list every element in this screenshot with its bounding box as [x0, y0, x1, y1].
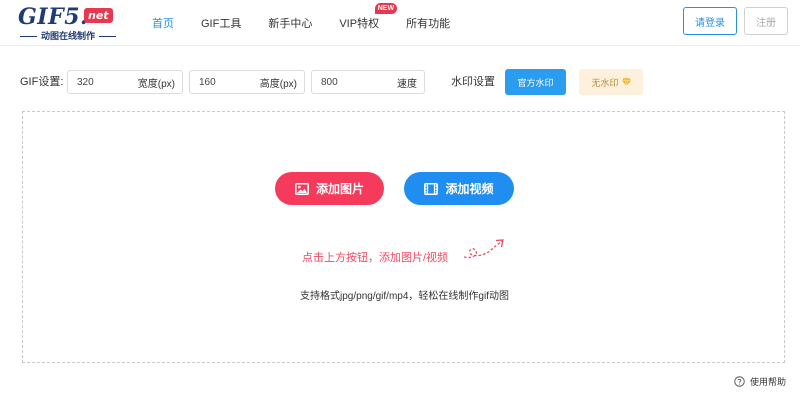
width-value: 320 [77, 76, 94, 88]
watermark-settings-label: 水印设置 [451, 76, 495, 88]
curly-arrow-icon [463, 239, 504, 259]
speed-value: 800 [321, 76, 338, 88]
upload-dropzone[interactable]: 添加图片 添加视频 点击上方按钮，添加图片/视频 支持格式jpg/png/gif… [22, 111, 785, 363]
gif-settings-bar: GIF设置: 320 宽度(px) 160 高度(px) 800 速度 水印设置… [0, 68, 800, 96]
logo-subtitle-text: 动图在线制作 [41, 31, 96, 41]
logo-divider-left [20, 35, 37, 37]
new-badge: NEW [374, 3, 398, 14]
main-nav: 首页 GIF工具 新手中心 VIP特权 NEW 所有功能 [152, 0, 477, 46]
height-field[interactable]: 160 高度(px) [189, 70, 305, 94]
nav-item-vip[interactable]: VIP特权 NEW [339, 3, 398, 31]
gif-settings-label: GIF设置: [20, 76, 64, 88]
register-button[interactable]: 注册 [744, 7, 788, 35]
nav-item-beginner-center[interactable]: 新手中心 [268, 15, 312, 31]
login-button[interactable]: 请登录 [683, 7, 737, 35]
supported-formats-text: 支持格式jpg/png/gif/mp4，轻松在线制作gif动图 [300, 291, 509, 302]
add-image-label: 添加图片 [315, 182, 364, 196]
nav-item-gif-tools[interactable]: GIF工具 [201, 15, 241, 31]
diamond-icon [621, 78, 631, 86]
height-value: 160 [199, 76, 216, 88]
nav-item-vip-label: VIP特权 [339, 18, 380, 30]
logo-divider-right [99, 35, 117, 37]
speed-unit-label: 速度 [397, 78, 417, 90]
question-circle-icon [734, 375, 745, 387]
upload-hint: 点击上方按钮，添加图片/视频 [302, 252, 449, 264]
no-watermark-label: 无水印 [591, 77, 619, 88]
film-icon [424, 182, 439, 195]
help-link[interactable]: 使用帮助 [734, 374, 786, 388]
add-video-button[interactable]: 添加视频 [404, 172, 514, 205]
logo-text: GIF5. [18, 4, 89, 30]
logo-subtitle: 动图在线制作 [20, 31, 117, 41]
add-image-button[interactable]: 添加图片 [275, 172, 384, 205]
nav-item-home[interactable]: 首页 [152, 15, 174, 31]
speed-field[interactable]: 800 速度 [311, 70, 425, 94]
logo-net-badge: net [84, 8, 113, 23]
image-icon [295, 182, 309, 195]
nav-item-all-features[interactable]: 所有功能 [406, 15, 450, 31]
no-watermark-button[interactable]: 无水印 [579, 69, 643, 95]
height-unit-label: 高度(px) [259, 78, 297, 90]
help-label: 使用帮助 [750, 376, 787, 387]
add-video-label: 添加视频 [445, 182, 494, 196]
width-unit-label: 宽度(px) [137, 78, 175, 90]
official-watermark-button[interactable]: 官方水印 [505, 69, 566, 95]
site-logo[interactable]: GIF5. net 动图在线制作 [18, 5, 118, 43]
top-header: GIF5. net 动图在线制作 首页 GIF工具 新手中心 VIP特权 NEW… [0, 0, 800, 46]
width-field[interactable]: 320 宽度(px) [67, 70, 183, 94]
